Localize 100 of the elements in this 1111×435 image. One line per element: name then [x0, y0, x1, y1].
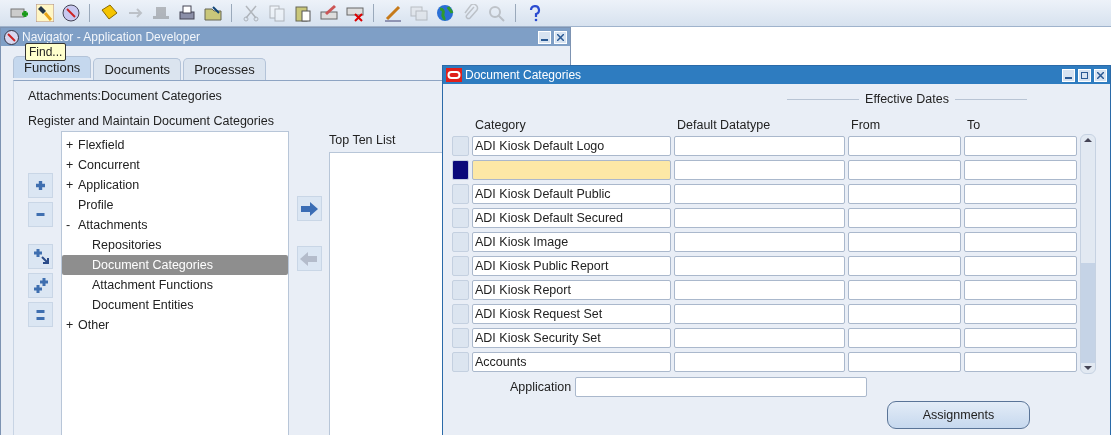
row-indicator[interactable] [452, 160, 469, 180]
to-date-field[interactable] [964, 328, 1077, 348]
category-field[interactable]: ADI Kiosk Image [472, 232, 671, 252]
hat-icon [151, 4, 170, 22]
datatype-field[interactable] [674, 280, 845, 300]
tree-button[interactable] [28, 202, 53, 227]
datatype-field[interactable] [674, 232, 845, 252]
category-field[interactable]: ADI Kiosk Security Set [472, 328, 671, 348]
tab[interactable]: Documents [93, 58, 182, 80]
datatype-field[interactable] [674, 304, 845, 324]
category-field[interactable] [472, 160, 671, 180]
to-date-field[interactable] [964, 256, 1077, 276]
from-date-field[interactable] [848, 280, 961, 300]
tree-item[interactable]: Profile [62, 195, 288, 215]
minimize-button[interactable] [538, 30, 551, 44]
tree-item[interactable]: Attachment Functions [62, 275, 288, 295]
category-field[interactable]: ADI Kiosk Default Public [472, 184, 671, 204]
datatype-field[interactable] [674, 328, 845, 348]
description: Register and Maintain Document Categories [28, 114, 274, 130]
globe-icon [435, 4, 454, 22]
from-date-field[interactable] [848, 328, 961, 348]
delete-record-icon [345, 4, 364, 22]
tree-button[interactable] [28, 173, 53, 198]
double-plus-icon [31, 276, 50, 295]
from-date-field[interactable] [848, 304, 961, 324]
tree-item[interactable]: Document Entities [62, 295, 288, 315]
plus-arrow-icon [31, 247, 50, 266]
to-date-field[interactable] [964, 136, 1077, 156]
plus-icon [36, 181, 45, 190]
top-ten-list[interactable] [329, 152, 445, 435]
assignments-button[interactable]: Assignments [887, 401, 1030, 429]
pencil-icon [383, 4, 402, 22]
tree-button[interactable] [28, 302, 53, 327]
window-title: Navigator - Application Developer [22, 30, 202, 44]
category-field[interactable]: ADI Kiosk Public Report [472, 256, 671, 276]
column-header: Default Datatype [676, 118, 772, 134]
tree-item[interactable]: - Attachments [62, 215, 288, 235]
right-arrow-icon [300, 201, 318, 216]
category-field[interactable]: ADI Kiosk Default Logo [472, 136, 671, 156]
paste-icon [293, 4, 312, 22]
close-button[interactable] [554, 30, 567, 44]
column-header: From [850, 118, 882, 134]
left-arrow-icon [300, 251, 318, 266]
window-title: Document Categories [465, 68, 583, 82]
maximize-button[interactable] [1078, 68, 1091, 82]
from-date-field[interactable] [848, 256, 961, 276]
tree-item[interactable]: + Application [62, 175, 288, 195]
to-date-field[interactable] [964, 280, 1077, 300]
to-date-field[interactable] [964, 232, 1077, 252]
from-date-field[interactable] [848, 208, 961, 228]
tree-item[interactable]: Repositories [62, 235, 288, 255]
to-date-field[interactable] [964, 304, 1077, 324]
tree-item[interactable]: + Concurrent [62, 155, 288, 175]
double-minus-icon [36, 309, 45, 320]
print-icon [177, 4, 196, 22]
datatype-field[interactable] [674, 184, 845, 204]
category-field[interactable]: Accounts [472, 352, 671, 372]
tooltip: Find... [25, 43, 67, 61]
datatype-field[interactable] [674, 160, 845, 180]
folder-icon [203, 4, 222, 22]
tree-button[interactable] [28, 273, 53, 298]
windows-icon [409, 4, 428, 22]
close-icon [557, 33, 564, 41]
category-field[interactable]: ADI Kiosk Request Set [472, 304, 671, 324]
from-date-field[interactable] [848, 232, 961, 252]
paperclip-icon [461, 4, 480, 22]
scrollbar[interactable] [1080, 134, 1096, 374]
tree-item[interactable]: + Other [62, 315, 288, 335]
close-icon [1097, 71, 1104, 79]
datatype-field[interactable] [674, 352, 845, 372]
tab[interactable]: Processes [183, 58, 266, 80]
minimize-button[interactable] [1062, 68, 1075, 82]
datatype-field[interactable] [674, 136, 845, 156]
category-field[interactable]: ADI Kiosk Default Secured [472, 208, 671, 228]
datatype-field[interactable] [674, 208, 845, 228]
close-button[interactable] [1094, 68, 1107, 82]
maximize-icon [1081, 71, 1088, 79]
column-header: Category [474, 118, 527, 134]
copy-icon [267, 4, 286, 22]
column-header: To [966, 118, 982, 134]
group-label: Effective Dates [865, 92, 949, 106]
logo-icon [446, 68, 462, 82]
from-date-field[interactable] [848, 184, 961, 204]
to-date-field[interactable] [964, 184, 1077, 204]
tree-button[interactable] [28, 244, 53, 269]
to-date-field[interactable] [964, 352, 1077, 372]
tree-item[interactable]: + Flexfield [62, 135, 288, 155]
move-button[interactable] [296, 196, 322, 221]
breadcrumb: Attachments:Document Categories [28, 89, 222, 105]
from-date-field[interactable] [848, 160, 961, 180]
to-date-field[interactable] [964, 160, 1077, 180]
from-date-field[interactable] [848, 352, 961, 372]
application-field[interactable] [575, 377, 868, 397]
field-label: Application [510, 380, 572, 394]
category-field[interactable]: ADI Kiosk Report [472, 280, 671, 300]
to-date-field[interactable] [964, 208, 1077, 228]
from-date-field[interactable] [848, 136, 961, 156]
cut-icon [241, 4, 260, 22]
list-label: Top Ten List [329, 132, 396, 149]
datatype-field[interactable] [674, 256, 845, 276]
